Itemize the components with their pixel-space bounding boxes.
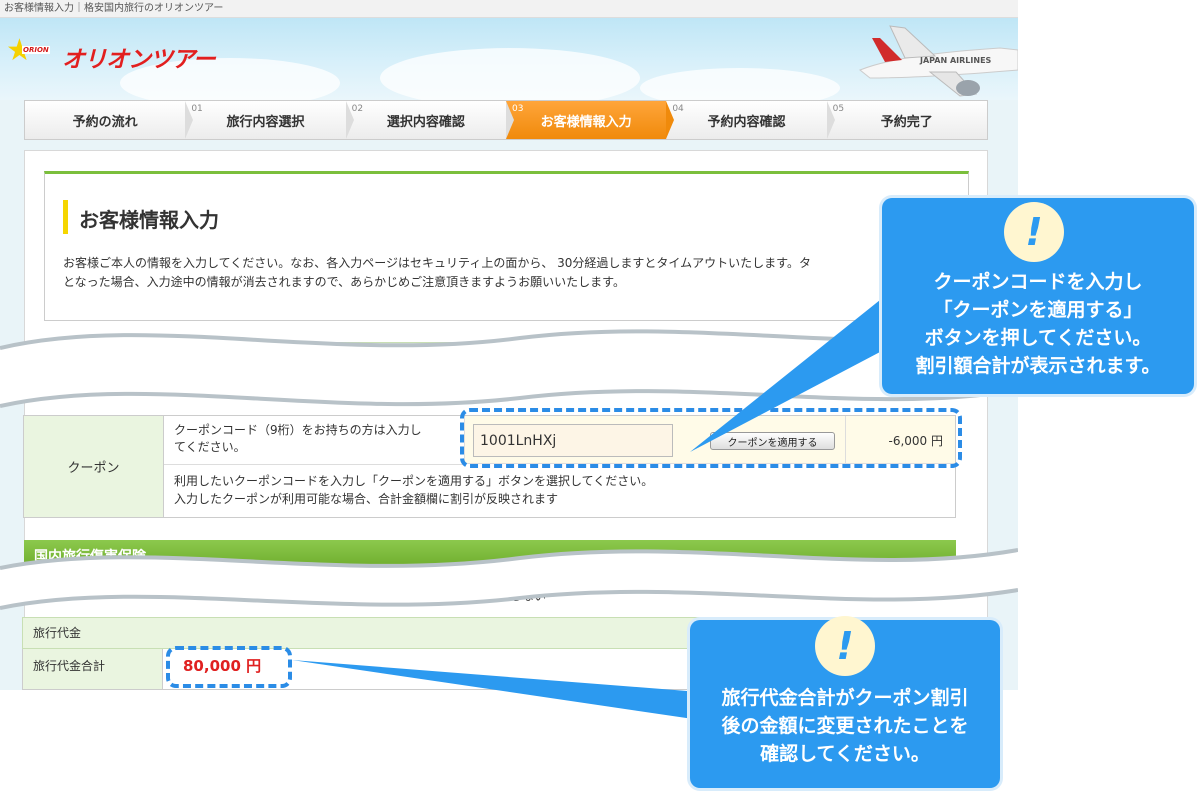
coupon-description: クーポンコード（9桁）をお持ちの方は入力し てください。 (174, 423, 422, 454)
intro-text: お客様ご本人の情報を入力してください。なお、各入力ページはセキュリティ上の面から… (63, 256, 811, 289)
fee-total-label: 旅行代金合計 (23, 649, 163, 689)
title-accent (63, 200, 68, 234)
page-title: お客様情報入力 (79, 208, 219, 232)
booking-steps: 予約の流れ 01 旅行内容選択 02 選択内容確認 03 お客様情報入力 04 … (24, 100, 988, 140)
step-tour-select: 01 旅行内容選択 (185, 101, 354, 139)
plane-livery: JAPAN AIRLINES (919, 56, 992, 65)
customer-info-section: お客様情報入力 お客様ご本人の情報を入力してください。なお、各入力ページはセキュ… (44, 171, 969, 321)
exclamation-icon: ! (815, 616, 875, 676)
callout-text: クーポンコードを入力し 「クーポンを適用する」 ボタンを押してください。 割引額… (915, 271, 1161, 377)
star-logo-icon: ★ ORION (6, 33, 50, 68)
cut-wave-top (0, 328, 1018, 408)
total-highlight-frame (166, 646, 292, 688)
step-label: お客様情報入力 (540, 114, 632, 130)
step-label: 予約完了 (880, 114, 933, 130)
exclamation-icon: ! (1004, 202, 1064, 262)
step-label: 予約内容確認 (707, 114, 786, 130)
coupon-instruction-callout: ! クーポンコードを入力し 「クーポンを適用する」 ボタンを押してください。 割… (882, 198, 1194, 394)
step-label: 選択内容確認 (386, 114, 465, 130)
step-confirm-selection: 02 選択内容確認 (346, 101, 514, 139)
browser-tab-title: お客様情報入力｜格安国内旅行のオリオンツアー (0, 0, 1018, 18)
step-label: 旅行内容選択 (226, 114, 305, 130)
cut-wave-bottom (0, 548, 1018, 610)
airplane-image: JAPAN AIRLINES (859, 25, 1018, 97)
total-instruction-callout: ! 旅行代金合計がクーポン割引 後の金額に変更されたことを 確認してください。 (690, 616, 1000, 788)
screenshot-page: お客様情報入力｜格安国内旅行のオリオンツアー ★ ORION オリオンツアー J… (0, 0, 1018, 690)
step-complete: 05 予約完了 (832, 104, 933, 130)
callout-text: 旅行代金合計がクーポン割引 後の金額に変更されたことを 確認してください。 (721, 687, 969, 765)
step-label: 予約の流れ (72, 114, 138, 130)
coupon-highlight-frame (460, 408, 962, 468)
coupon-label: クーポン (24, 416, 164, 517)
coupon-note: 利用したいクーポンコードを入力し「クーポンを適用する」ボタンを選択してください。… (174, 474, 654, 506)
site-logo[interactable]: ★ ORION オリオンツアー (6, 33, 216, 74)
step-flow: 予約の流れ (25, 101, 194, 139)
step-customer-info: 03 お客様情報入力 (505, 101, 675, 139)
logo-wordmark: オリオンツアー (62, 47, 216, 73)
step-confirm-booking: 04 予約内容確認 (666, 101, 835, 139)
